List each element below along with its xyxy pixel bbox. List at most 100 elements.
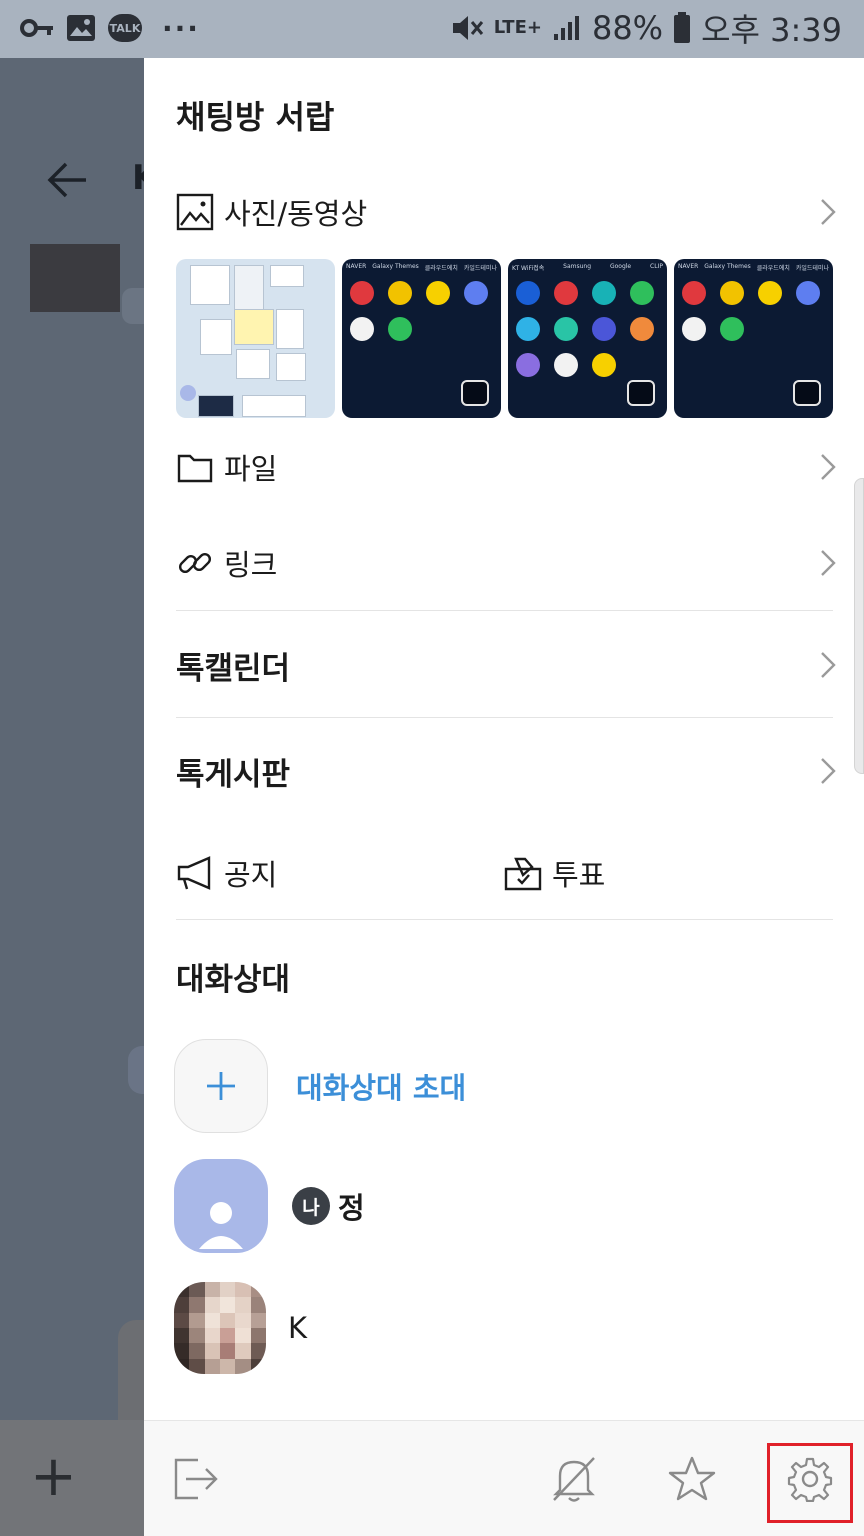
expand-icon [627, 380, 655, 406]
chat-avatar [30, 244, 120, 312]
scroll-handle[interactable] [854, 478, 864, 774]
chevron-right-icon [821, 550, 836, 576]
member-item-me[interactable]: 나 정 [174, 1158, 365, 1254]
invite-member-button[interactable]: 대화상대 초대 [174, 1038, 466, 1134]
leave-chat-button[interactable] [164, 1447, 228, 1511]
plus-icon [174, 1039, 268, 1133]
back-button[interactable] [46, 160, 88, 200]
member-item[interactable]: K [174, 1280, 307, 1376]
links-label: 링크 [224, 548, 278, 582]
app-icon [796, 281, 820, 305]
app-icon [516, 281, 540, 305]
app-icon [554, 353, 578, 377]
vote-box-icon [504, 857, 542, 891]
divider [176, 919, 833, 920]
notice-button[interactable]: 공지 [176, 848, 277, 898]
app-icon [592, 353, 616, 377]
app-icon [426, 281, 450, 305]
thumbnail-label: NAVER [678, 263, 699, 270]
thumbnail-content [190, 265, 230, 305]
avatar [174, 1282, 266, 1374]
battery-percent: 88% [591, 9, 664, 47]
app-icon [720, 317, 744, 341]
thumbnail-label: Google [609, 263, 632, 270]
app-icon [630, 281, 654, 305]
chevron-right-icon [821, 652, 836, 678]
thumbnail-label: Galaxy Themes [704, 263, 751, 270]
me-badge: 나 [292, 1187, 330, 1225]
bell-off-icon [553, 1457, 595, 1502]
member-name: 정 [338, 1191, 365, 1225]
media-thumbnail[interactable]: NAVER Galaxy Themes 클라우드에치 카일드테미나 [674, 259, 833, 418]
media-thumbnail[interactable] [176, 259, 335, 418]
thumbnail-content [198, 395, 234, 417]
media-row[interactable]: 사진/동영상 [176, 184, 836, 240]
app-icon [388, 317, 412, 341]
exit-icon [174, 1458, 218, 1500]
app-icon [682, 281, 706, 305]
divider [176, 717, 833, 718]
key-icon [20, 19, 53, 37]
app-icon [350, 281, 374, 305]
folder-icon [177, 454, 213, 483]
mute-notifications-button[interactable] [542, 1447, 606, 1511]
talk-board-row[interactable]: 톡게시판 [176, 743, 836, 799]
settings-highlight [767, 1443, 853, 1523]
battery-icon [674, 12, 691, 43]
thumbnail-label: 클라우드에치 [424, 265, 458, 272]
chevron-right-icon [821, 199, 836, 225]
chevron-right-icon [821, 758, 836, 784]
link-icon [178, 552, 212, 574]
members-title: 대화상대 [176, 962, 291, 998]
megaphone-icon [177, 856, 211, 890]
expand-icon [793, 380, 821, 406]
links-row[interactable]: 링크 [176, 535, 836, 591]
media-label: 사진/동영상 [224, 197, 368, 231]
app-icon [592, 281, 616, 305]
thumbnail-content [276, 309, 304, 349]
thumbnail-label: CLIP [650, 263, 663, 270]
thumbnail-label: 카일드테미나 [463, 265, 497, 272]
app-icon [516, 353, 540, 377]
avatar [174, 1159, 268, 1253]
drawer-title: 채팅방 서랍 [176, 98, 335, 136]
mute-icon [452, 16, 483, 40]
thumbnail-content [234, 309, 274, 345]
thumbnail-content [270, 265, 304, 287]
thumbnail-content [180, 385, 196, 401]
network-type: LTE+ [493, 17, 542, 38]
favorite-button[interactable] [660, 1447, 724, 1511]
thumbnail-content [242, 395, 306, 417]
divider [176, 610, 833, 611]
attach-plus-icon[interactable]: + [30, 1449, 77, 1505]
thumbnail-label: KT WiFi접속 [512, 265, 545, 272]
vote-button[interactable]: 투표 [504, 848, 605, 898]
thumbnail-label: Galaxy Themes [372, 263, 419, 270]
app-icon [350, 317, 374, 341]
invite-label: 대화상대 초대 [296, 1071, 467, 1105]
vote-label: 투표 [552, 858, 606, 892]
app-icon [682, 317, 706, 341]
app-icon [516, 317, 540, 341]
image-icon [176, 193, 214, 231]
files-row[interactable]: 파일 [176, 439, 836, 495]
star-icon [668, 1456, 716, 1501]
media-thumbnail[interactable]: KT WiFi접속 Samsung Google CLIP [508, 259, 667, 418]
status-bar: TALK ··· LTE+ 88% 오후 3:39 [0, 0, 864, 58]
app-icon [758, 281, 782, 305]
app-icon [554, 317, 578, 341]
media-thumbnail[interactable]: NAVER Galaxy Themes 클라우드에치 카일드테미나 [342, 259, 501, 418]
talk-calendar-row[interactable]: 톡캘린더 [176, 637, 836, 693]
signal-icon [553, 16, 579, 40]
talk-board-label: 톡게시판 [176, 756, 291, 793]
thumbnail-content [276, 353, 306, 381]
drawer-footer [144, 1420, 864, 1536]
more-notifications-icon: ··· [162, 11, 200, 45]
app-icon [554, 281, 578, 305]
notice-label: 공지 [224, 858, 278, 892]
app-icon [720, 281, 744, 305]
clock: 오후 3:39 [701, 11, 842, 49]
talk-calendar-label: 톡캘린더 [176, 650, 291, 687]
media-thumbnails: NAVER Galaxy Themes 클라우드에치 카일드테미나 KT WiF… [176, 259, 836, 419]
chevron-right-icon [821, 454, 836, 480]
